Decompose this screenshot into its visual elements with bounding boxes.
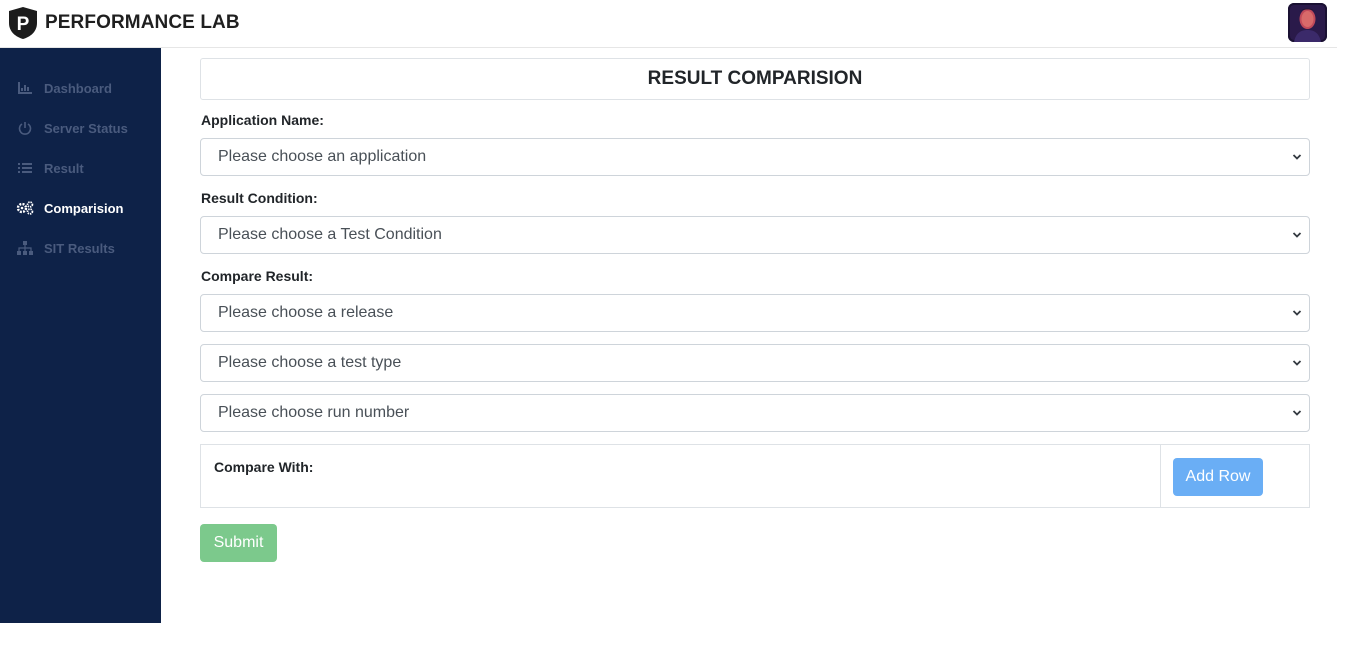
sidebar-item-label: SIT Results (44, 240, 115, 256)
compare-with-label: Compare With: (214, 459, 314, 475)
sitemap-icon (16, 241, 34, 255)
table-divider (1160, 445, 1161, 507)
sidebar-item-sit-results[interactable]: SIT Results (16, 238, 115, 258)
chevron-down-icon (1292, 232, 1302, 238)
application-select-value: Please choose an application (218, 148, 427, 165)
submit-button[interactable]: Submit (200, 524, 277, 562)
page-title: RESULT COMPARISION (200, 58, 1310, 100)
compare-result-label: Compare Result: (201, 268, 314, 284)
sidebar-item-comparision[interactable]: Comparision (16, 198, 123, 218)
condition-select[interactable]: Please choose a Test Condition (200, 216, 1310, 254)
test-type-select-value: Please choose a test type (218, 354, 402, 371)
sidebar: Dashboard Server Status Result Comparisi… (0, 48, 161, 623)
sidebar-item-label: Server Status (44, 120, 128, 136)
avatar-image-icon (1288, 3, 1327, 42)
sidebar-item-server-status[interactable]: Server Status (16, 118, 128, 138)
chart-icon (16, 81, 34, 95)
list-icon (16, 161, 34, 175)
run-number-select-value: Please choose run number (218, 404, 410, 421)
release-select-value: Please choose a release (218, 304, 394, 321)
sidebar-item-label: Comparision (44, 200, 124, 216)
run-number-select[interactable]: Please choose run number (200, 394, 1310, 432)
shield-logo-icon: P (9, 7, 37, 39)
application-label: Application Name: (201, 112, 324, 128)
release-select[interactable]: Please choose a release (200, 294, 1310, 332)
top-bar: P PERFORMANCE LAB (0, 0, 1337, 48)
chevron-down-icon (1292, 360, 1302, 366)
compare-with-table: Compare With: Add Row (200, 444, 1310, 508)
condition-label: Result Condition: (201, 190, 318, 206)
chevron-down-icon (1292, 310, 1302, 316)
application-select[interactable]: Please choose an application (200, 138, 1310, 176)
chevron-down-icon (1292, 154, 1302, 160)
brand-title: PERFORMANCE LAB (45, 12, 240, 33)
chevron-down-icon (1292, 410, 1302, 416)
sidebar-item-label: Result (44, 160, 84, 176)
logo-letter: P (17, 14, 30, 35)
sidebar-item-label: Dashboard (44, 80, 112, 96)
power-icon (16, 121, 34, 135)
sidebar-item-dashboard[interactable]: Dashboard (16, 78, 112, 98)
sidebar-item-result[interactable]: Result (16, 158, 84, 178)
add-row-button[interactable]: Add Row (1173, 458, 1263, 496)
condition-select-value: Please choose a Test Condition (218, 226, 442, 243)
test-type-select[interactable]: Please choose a test type (200, 344, 1310, 382)
avatar[interactable] (1288, 3, 1327, 42)
cogs-icon (16, 201, 34, 215)
